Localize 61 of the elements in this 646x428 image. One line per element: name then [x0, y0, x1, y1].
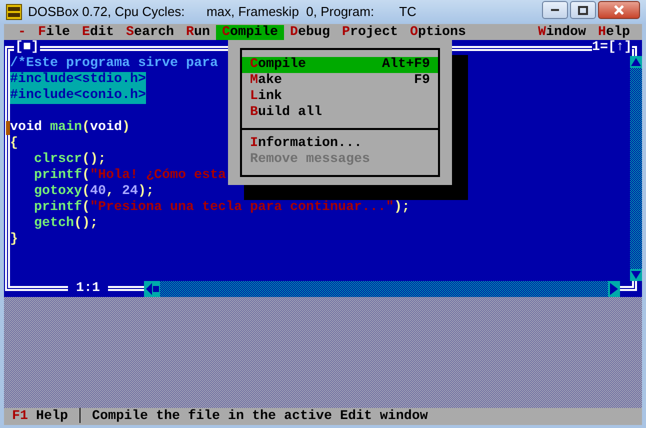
- code-identifier: clrscr: [34, 152, 82, 168]
- menu-item[interactable]: Run: [180, 24, 216, 40]
- code-number: 24: [122, 184, 138, 200]
- close-box[interactable]: [■]: [14, 40, 40, 56]
- maximize-icon: [578, 6, 588, 14]
- code-number: 40: [90, 184, 106, 200]
- status-message: Compile the file in the active Edit window: [92, 408, 428, 424]
- menu-item[interactable]: File: [32, 24, 76, 40]
- maximize-button[interactable]: [570, 1, 596, 19]
- menu-option[interactable]: Information...: [242, 136, 438, 152]
- menu-option[interactable]: Link: [242, 89, 438, 105]
- menu-item[interactable]: Window: [532, 24, 592, 40]
- status-divider: │: [76, 408, 84, 424]
- code-comment: /*Este programa sirve para: [10, 56, 218, 72]
- window-number: 1=[↑]: [592, 40, 632, 56]
- scroll-left-icon[interactable]: [144, 281, 160, 297]
- code-punctuation: (: [82, 200, 90, 216]
- menu-item[interactable]: Project: [336, 24, 404, 40]
- code-punctuation: ,: [106, 184, 115, 200]
- code-punctuation: {: [10, 136, 18, 152]
- menu-option[interactable]: Make F9: [242, 73, 438, 89]
- menu-option[interactable]: Compile Alt+F9: [242, 57, 438, 73]
- code-punctuation: }: [10, 232, 18, 248]
- menu-item[interactable]: Search: [120, 24, 180, 40]
- code-punctuation: );: [138, 184, 154, 200]
- horizontal-scrollbar[interactable]: [144, 281, 620, 297]
- app-icon: [6, 4, 22, 20]
- code-identifier: printf: [34, 168, 82, 184]
- scroll-right-icon[interactable]: [608, 281, 620, 297]
- close-button[interactable]: [598, 1, 640, 19]
- minimize-button[interactable]: [542, 1, 568, 19]
- menu-item[interactable]: Compile: [216, 24, 284, 40]
- window-title: DOSBox 0.72, Cpu Cycles: max, Frameskip 0, Program: TC: [28, 3, 416, 22]
- scroll-down-icon[interactable]: [630, 269, 642, 281]
- code-text: void: [90, 120, 122, 136]
- menu-item[interactable]: Options: [404, 24, 472, 40]
- code-punctuation: ): [122, 120, 130, 136]
- code-string: "Presiona una tecla para continuar...": [90, 200, 394, 216]
- code-string: "Hola! ¿Cómo esta: [90, 168, 226, 184]
- code-text: void: [10, 120, 43, 136]
- code-punctuation: (: [82, 120, 90, 136]
- menu-item[interactable]: Edit: [76, 24, 120, 40]
- code-punctuation: ();: [82, 152, 106, 168]
- menu-option[interactable]: Build all: [242, 105, 438, 121]
- code-punctuation: (: [82, 184, 90, 200]
- code-include: #include<stdio.h>: [10, 72, 146, 88]
- scroll-up-icon[interactable]: [630, 56, 642, 68]
- code-punctuation: (: [82, 168, 90, 184]
- help-label: Help: [36, 408, 68, 424]
- code-punctuation: );: [394, 200, 410, 216]
- vertical-scrollbar[interactable]: [630, 56, 642, 281]
- minimize-icon: [550, 8, 560, 12]
- menu-item[interactable]: Debug: [284, 24, 336, 40]
- code-identifier: printf: [34, 200, 82, 216]
- code-identifier: main: [50, 120, 82, 136]
- code-identifier: gotoxy: [34, 184, 82, 200]
- menu-item[interactable]: Help: [592, 24, 636, 40]
- code-identifier: getch: [34, 216, 74, 232]
- code-include: #include<conio.h>: [10, 88, 146, 104]
- code-punctuation: ();: [74, 216, 98, 232]
- close-icon: [613, 5, 625, 15]
